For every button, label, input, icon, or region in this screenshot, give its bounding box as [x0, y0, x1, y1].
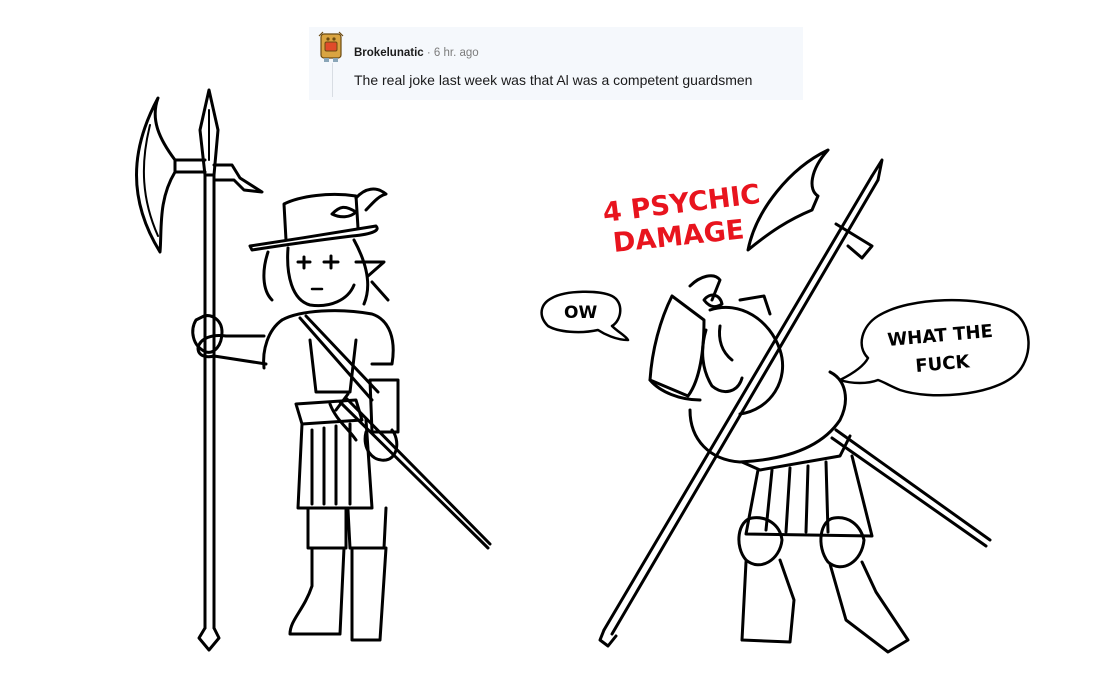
comic-illustration: 4 PSYCHIC DAMAGE OW WHAT THE FUCK: [135, 88, 1030, 654]
ow-text: OW: [564, 303, 597, 323]
left-guard-figure: [135, 88, 492, 652]
wtf-text-line2: FUCK: [915, 351, 972, 377]
wtf-text-line1: WHAT THE: [887, 321, 994, 351]
wtf-speech-bubble: [838, 298, 1030, 397]
